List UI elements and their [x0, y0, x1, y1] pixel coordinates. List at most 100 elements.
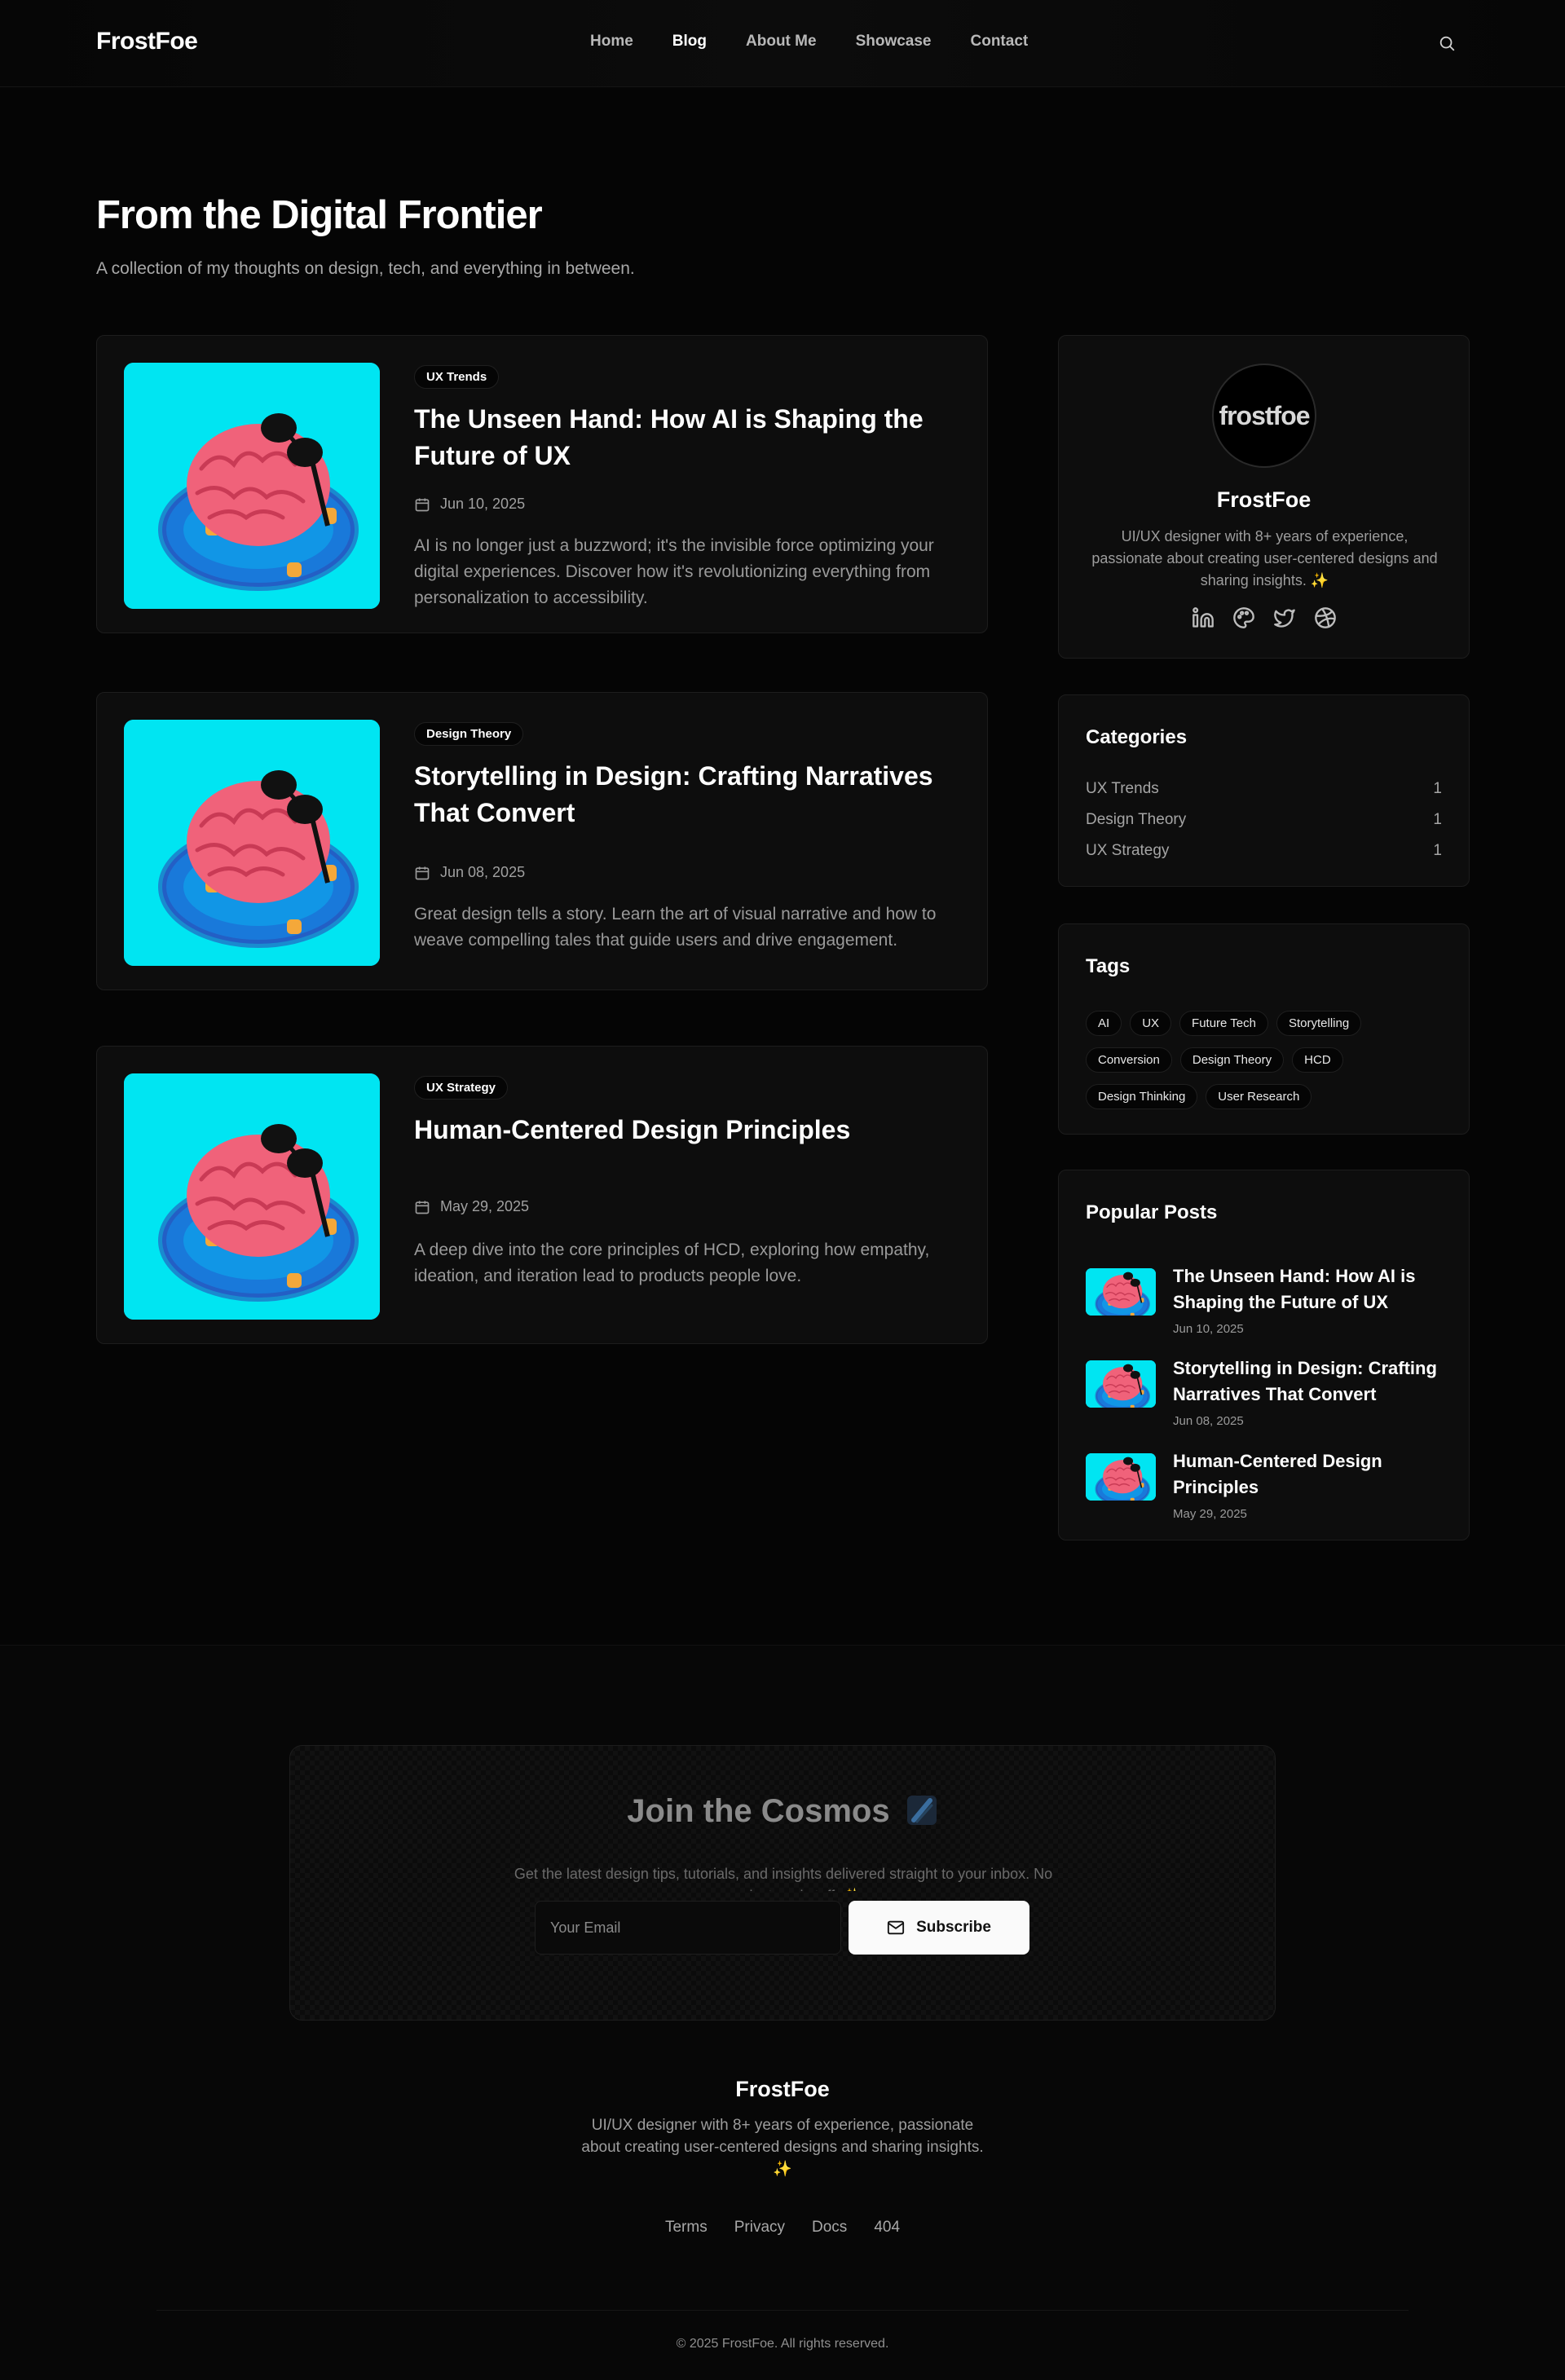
email-input[interactable]: [535, 1901, 841, 1955]
category-badge[interactable]: UX Trends: [414, 365, 500, 389]
category-name: UX Strategy: [1086, 842, 1170, 859]
popular-post-title[interactable]: Storytelling in Design: Crafting Narrati…: [1173, 1355, 1442, 1408]
profile-name: FrostFoe: [1216, 487, 1312, 512]
footer-link-privacy[interactable]: Privacy: [734, 2219, 785, 2237]
tag-pill[interactable]: Storytelling: [1276, 1011, 1362, 1036]
post-title[interactable]: Human-Centered Design Principles: [414, 1112, 960, 1148]
category-name: UX Trends: [1086, 780, 1159, 797]
post-date-text: Jun 08, 2025: [440, 864, 526, 880]
palette-icon[interactable]: [1232, 606, 1255, 629]
category-item[interactable]: Design Theory 1: [1086, 811, 1442, 829]
avatar: frostfoe: [1212, 364, 1316, 468]
nav-showcase[interactable]: Showcase: [856, 33, 932, 51]
newsletter-title-text: Join the Cosmos: [627, 1793, 890, 1829]
popular-post-date: Jun 08, 2025: [1173, 1414, 1244, 1428]
popular-post-thumbnail: [1086, 1453, 1156, 1501]
dribbble-icon[interactable]: [1314, 606, 1337, 629]
nav-blog[interactable]: Blog: [672, 33, 707, 51]
page-subtitle: A collection of my thoughts on design, t…: [96, 259, 635, 278]
category-count: 1: [1433, 811, 1442, 828]
tag-pill[interactable]: AI: [1086, 1011, 1122, 1036]
categories-card: Categories UX Trends 1 Design Theory 1 U…: [1058, 694, 1470, 887]
popular-post-date: May 29, 2025: [1173, 1507, 1247, 1521]
category-name: Design Theory: [1086, 811, 1187, 828]
category-badge[interactable]: UX Strategy: [414, 1076, 509, 1100]
footer-link-docs[interactable]: Docs: [812, 2219, 847, 2237]
popular-posts-card: Popular Posts The Unseen Hand: How AI is…: [1058, 1170, 1470, 1540]
popular-post-thumbnail: [1086, 1360, 1156, 1408]
popular-posts-title: Popular Posts: [1086, 1201, 1218, 1223]
calendar-icon: [415, 498, 430, 511]
profile-bio: UI/UX designer with 8+ years of experien…: [1091, 528, 1438, 588]
newsletter-subtitle: Get the latest design tips, tutorials, a…: [514, 1866, 1053, 1891]
post-excerpt: AI is no longer just a buzzword; it's th…: [414, 536, 934, 607]
footer-link-404[interactable]: 404: [874, 2219, 900, 2237]
calendar-icon: [415, 1201, 430, 1214]
popular-post-title[interactable]: Human-Centered Design Principles: [1173, 1448, 1442, 1501]
post-title[interactable]: The Unseen Hand: How AI is Shaping the F…: [414, 401, 960, 474]
category-badge[interactable]: Design Theory: [414, 722, 524, 746]
linkedin-icon[interactable]: [1192, 606, 1215, 629]
post-thumbnail[interactable]: [124, 720, 380, 966]
post-date: Jun 10, 2025: [414, 496, 525, 513]
post-title[interactable]: Storytelling in Design: Crafting Narrati…: [414, 758, 960, 831]
popular-post-item[interactable]: The Unseen Hand: How AI is Shaping the F…: [1086, 1266, 1444, 1342]
tag-list: AI UX Future Tech Storytelling Conversio…: [1086, 1011, 1444, 1109]
popular-post-date: Jun 10, 2025: [1173, 1322, 1244, 1336]
newsletter-box: Join the Cosmos Get the latest design ti…: [289, 1745, 1276, 2021]
footer-bio: UI/UX designer with 8+ years of experien…: [581, 2117, 984, 2178]
footer-link-terms[interactable]: Terms: [665, 2219, 708, 2237]
site-logo[interactable]: FrostFoe: [96, 28, 198, 55]
tag-pill[interactable]: User Research: [1206, 1084, 1312, 1109]
rocket-icon: [906, 1794, 938, 1827]
tag-pill[interactable]: Design Theory: [1179, 1047, 1285, 1073]
copyright: © 2025 FrostFoe. All rights reserved.: [676, 2337, 889, 2351]
popular-post-thumbnail: [1086, 1268, 1156, 1316]
footer-links: Terms Privacy Docs 404: [0, 2219, 1565, 2237]
page-title: From the Digital Frontier: [96, 193, 543, 237]
footer-brand: FrostFoe: [735, 2077, 830, 2101]
post-excerpt: Great design tells a story. Learn the ar…: [414, 905, 937, 950]
post-card[interactable]: UX Strategy Human-Centered Design Princi…: [96, 1046, 988, 1344]
mail-icon: [887, 1920, 905, 1935]
nav-home[interactable]: Home: [590, 33, 633, 51]
category-count: 1: [1433, 842, 1442, 859]
category-item[interactable]: UX Strategy 1: [1086, 842, 1442, 860]
post-thumbnail[interactable]: [124, 1073, 380, 1320]
newsletter-title: Join the Cosmos: [290, 1793, 1275, 1830]
twitter-icon[interactable]: [1273, 606, 1296, 629]
nav-contact[interactable]: Contact: [971, 33, 1029, 51]
post-date-text: May 29, 2025: [440, 1198, 530, 1214]
post-date: May 29, 2025: [414, 1198, 529, 1215]
subscribe-button[interactable]: Subscribe: [849, 1901, 1029, 1955]
footer-divider: [156, 2310, 1408, 2311]
post-date: Jun 08, 2025: [414, 864, 525, 881]
popular-post-item[interactable]: Human-Centered Design Principles May 29,…: [1086, 1451, 1444, 1527]
tag-pill[interactable]: Design Thinking: [1086, 1084, 1198, 1109]
tag-pill[interactable]: Conversion: [1086, 1047, 1172, 1073]
tags-title: Tags: [1086, 955, 1131, 977]
tag-pill[interactable]: UX: [1130, 1011, 1172, 1036]
social-links: [1059, 606, 1469, 629]
category-item[interactable]: UX Trends 1: [1086, 780, 1442, 798]
post-date-text: Jun 10, 2025: [440, 496, 526, 512]
nav-links: Home Blog About Me Showcase Contact: [590, 33, 1028, 51]
subscribe-label: Subscribe: [916, 1919, 991, 1936]
tag-pill[interactable]: Future Tech: [1179, 1011, 1268, 1036]
post-card[interactable]: UX Trends The Unseen Hand: How AI is Sha…: [96, 335, 988, 633]
nav-about-me[interactable]: About Me: [746, 33, 817, 51]
lower-section: Join the Cosmos Get the latest design ti…: [0, 1645, 1565, 2380]
category-count: 1: [1433, 780, 1442, 797]
tags-card: Tags AI UX Future Tech Storytelling Conv…: [1058, 923, 1470, 1135]
post-thumbnail[interactable]: [124, 363, 380, 609]
popular-post-item[interactable]: Storytelling in Design: Crafting Narrati…: [1086, 1358, 1444, 1434]
popular-post-title[interactable]: The Unseen Hand: How AI is Shaping the F…: [1173, 1263, 1442, 1316]
tag-pill[interactable]: HCD: [1292, 1047, 1343, 1073]
post-excerpt: A deep dive into the core principles of …: [414, 1241, 930, 1285]
search-icon[interactable]: [1438, 34, 1456, 52]
calendar-icon: [415, 866, 430, 879]
profile-card: frostfoe FrostFoe UI/UX designer with 8+…: [1058, 335, 1470, 659]
post-card[interactable]: Design Theory Storytelling in Design: Cr…: [96, 692, 988, 990]
top-navigation: FrostFoe Home Blog About Me Showcase Con…: [0, 0, 1565, 87]
categories-title: Categories: [1086, 726, 1188, 748]
